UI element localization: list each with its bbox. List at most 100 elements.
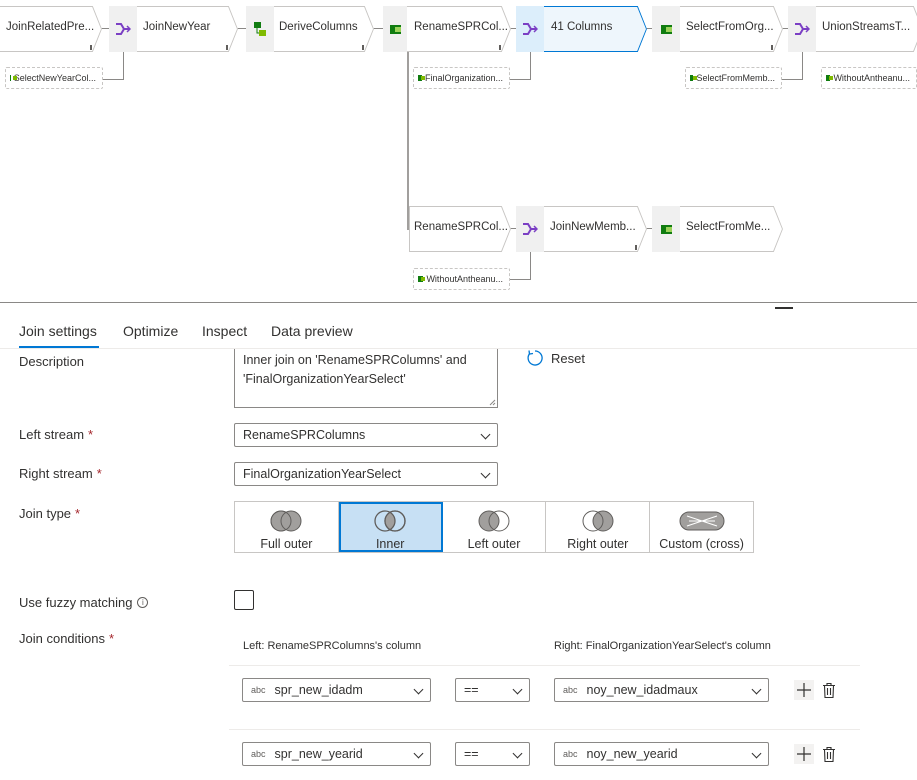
resize-grip-icon[interactable]	[489, 399, 496, 406]
tab-join-settings[interactable]: Join settings	[19, 323, 97, 339]
tab-inspect[interactable]: Inspect	[202, 323, 247, 339]
node-label: RenameSPRCol...	[414, 21, 508, 33]
output-port[interactable]	[362, 45, 364, 50]
fuzzy-matching-label-text: Use fuzzy matching	[19, 595, 133, 610]
left-outer-join-icon	[478, 510, 510, 532]
select-icon	[418, 75, 425, 81]
chevron-down-icon	[480, 429, 491, 440]
output-port[interactable]	[499, 45, 501, 50]
select-icon	[418, 276, 426, 282]
delete-condition-button[interactable]	[819, 744, 839, 764]
node-label: SelectFromOrg...	[686, 21, 774, 33]
join-type-left-outer[interactable]: Left outer	[443, 502, 547, 552]
flow-node-rename-spr-bottom[interactable]: RenameSPRCol...	[409, 206, 511, 252]
flow-node-rename-spr-top[interactable]: RenameSPRCol...	[383, 6, 511, 52]
sub-node-label: SelectFromMemb...	[696, 73, 775, 83]
right-stream-label-text: Right stream	[19, 466, 93, 481]
join-type-label: Left outer	[467, 537, 521, 551]
flow-connector	[123, 48, 124, 79]
right-stream-value: FinalOrganizationYearSelect	[243, 467, 401, 481]
output-port[interactable]	[771, 45, 773, 50]
operator-value: ==	[464, 747, 479, 761]
string-type-icon: abc	[563, 749, 578, 759]
fuzzy-matching-checkbox[interactable]	[234, 590, 254, 610]
left-column-select[interactable]: abc spr_new_yearid	[242, 742, 431, 766]
join-icon	[516, 6, 544, 52]
flow-node-41-columns-selected[interactable]: 41 Columns	[516, 6, 647, 52]
sub-node-without-antheanu-top[interactable]: WithoutAntheanu...	[821, 67, 917, 89]
flow-connector	[530, 48, 531, 79]
left-stream-value: RenameSPRColumns	[243, 428, 366, 442]
active-tab-indicator	[19, 346, 99, 348]
sub-node-select-new-year[interactable]: SelectNewYearCol...	[5, 67, 103, 89]
left-stream-select[interactable]: RenameSPRColumns	[234, 423, 498, 447]
chevron-down-icon	[751, 684, 762, 695]
operator-select[interactable]: ==	[455, 742, 530, 766]
operator-select[interactable]: ==	[455, 678, 530, 702]
trash-icon	[823, 682, 835, 698]
plus-icon	[797, 747, 811, 761]
node-label: RenameSPRCol...	[414, 221, 508, 233]
flow-node-join-related[interactable]: JoinRelatedPre...	[0, 6, 102, 52]
reset-button[interactable]: Reset	[526, 349, 585, 367]
right-stream-select[interactable]: FinalOrganizationYearSelect	[234, 462, 498, 486]
select-icon	[652, 6, 680, 52]
flow-node-select-from-me[interactable]: SelectFromMe...	[652, 206, 783, 252]
plus-icon	[797, 683, 811, 697]
description-label: Description	[19, 354, 85, 369]
flow-node-join-new-year[interactable]: JoinNewYear	[109, 6, 238, 52]
sub-node-without-antheanu-bottom[interactable]: WithoutAntheanu...	[413, 268, 510, 290]
reset-icon	[527, 350, 543, 366]
sub-node-label: FinalOrganization...	[424, 73, 503, 83]
join-type-label: Join type *	[19, 506, 80, 521]
delete-condition-button[interactable]	[819, 680, 839, 700]
sub-node-final-organization[interactable]: FinalOrganization...	[413, 67, 510, 89]
divider	[229, 729, 860, 730]
flow-connector	[510, 279, 531, 280]
inner-join-icon	[374, 510, 406, 532]
info-icon[interactable]: i	[137, 597, 149, 608]
flow-connector	[802, 48, 803, 79]
right-column-select[interactable]: abc noy_new_yearid	[554, 742, 769, 766]
string-type-icon: abc	[251, 749, 266, 759]
select-icon	[383, 6, 407, 52]
join-type-full-outer[interactable]: Full outer	[235, 502, 339, 552]
panel-splitter[interactable]	[0, 302, 917, 303]
tab-data-preview[interactable]: Data preview	[271, 323, 353, 339]
right-column-select[interactable]: abc noy_new_idadmaux	[554, 678, 769, 702]
join-type-custom-cross[interactable]: Custom (cross)	[650, 502, 753, 552]
output-port[interactable]	[90, 45, 92, 50]
tab-optimize[interactable]: Optimize	[123, 323, 178, 339]
right-column-header: Right: FinalOrganizationYearSelect's col…	[554, 640, 771, 652]
add-condition-button[interactable]	[794, 744, 814, 764]
flow-node-select-from-org[interactable]: SelectFromOrg...	[652, 6, 783, 52]
chevron-down-icon	[413, 684, 424, 695]
output-port[interactable]	[635, 245, 637, 250]
flow-node-union-streams[interactable]: UnionStreamsT...	[788, 6, 917, 52]
sub-node-select-from-memb[interactable]: SelectFromMemb...	[685, 67, 782, 89]
node-label: JoinNewMemb...	[550, 221, 636, 233]
required-marker: *	[88, 427, 94, 442]
join-type-label: Custom (cross)	[659, 537, 744, 551]
select-icon	[826, 75, 834, 81]
branch-connector	[407, 48, 409, 230]
required-marker: *	[75, 506, 81, 521]
add-condition-button[interactable]	[794, 680, 814, 700]
data-flow-canvas[interactable]: JoinRelatedPre... JoinNewYear DeriveColu…	[0, 0, 917, 302]
join-type-inner[interactable]: Inner	[338, 502, 443, 552]
join-type-right-outer[interactable]: Right outer	[546, 502, 651, 552]
join-type-label: Right outer	[567, 537, 629, 551]
flow-node-join-new-memb[interactable]: JoinNewMemb...	[516, 206, 647, 252]
left-column-value: spr_new_idadm	[274, 683, 363, 697]
join-type-selector: Full outer Inner Left outer Right outer …	[234, 501, 754, 553]
left-column-select[interactable]: abc spr_new_idadm	[242, 678, 431, 702]
flow-node-derive-columns[interactable]: DeriveColumns	[246, 6, 374, 52]
join-icon	[516, 206, 544, 252]
output-port[interactable]	[226, 45, 228, 50]
right-column-value: noy_new_idadmaux	[586, 683, 698, 697]
node-label: UnionStreamsT...	[822, 21, 911, 33]
select-icon	[10, 75, 16, 81]
join-icon	[109, 6, 137, 52]
full-outer-join-icon	[270, 510, 302, 532]
description-textarea[interactable]: Inner join on 'RenameSPRColumns' and 'Fi…	[234, 349, 498, 408]
